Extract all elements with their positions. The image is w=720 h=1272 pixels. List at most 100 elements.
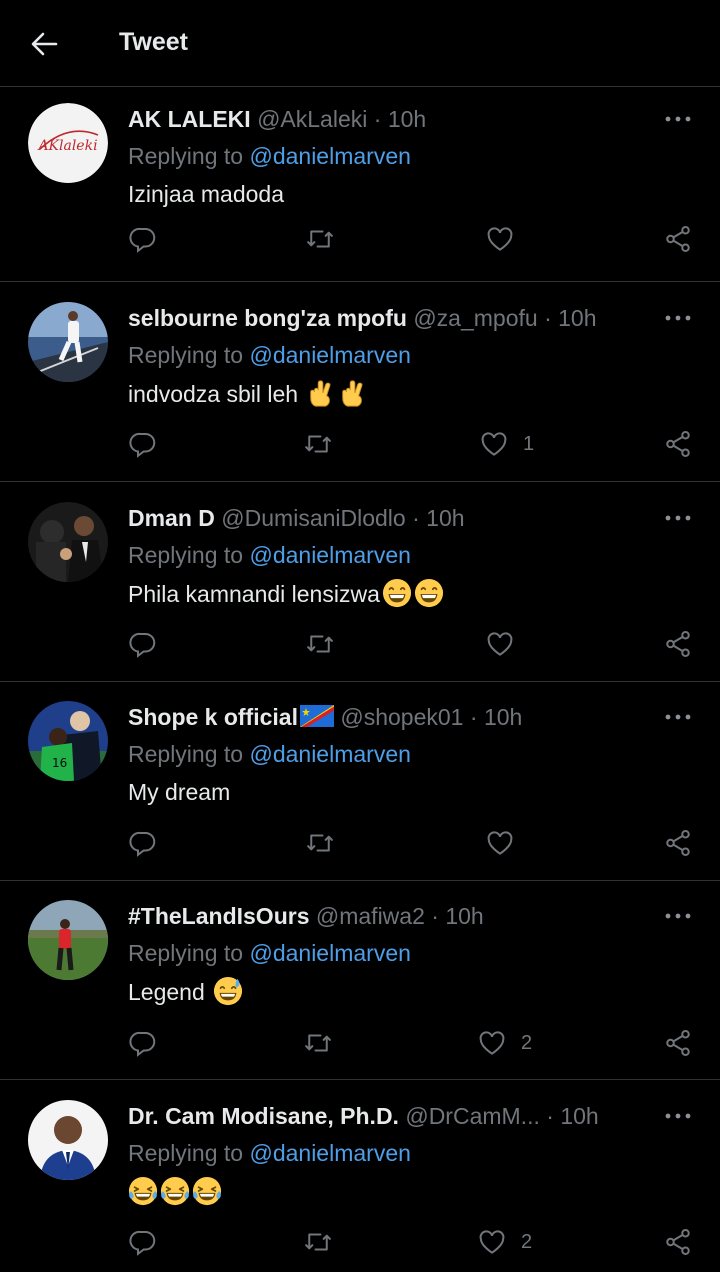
tweet-text: My dream <box>128 777 230 807</box>
tweet-reply[interactable]: Dman D @DumisaniDlodlo · 10h Replying to… <box>0 482 720 682</box>
mention-link[interactable]: @danielmarven <box>249 342 410 368</box>
replying-to: Replying to @danielmarven <box>128 142 411 170</box>
back-arrow-icon[interactable] <box>26 26 62 62</box>
timestamp[interactable]: 10h <box>560 1103 598 1129</box>
share-button[interactable] <box>663 215 693 263</box>
user-handle[interactable]: @za_mpofu <box>413 305 537 331</box>
more-icon[interactable] <box>662 705 694 729</box>
tweet-reply[interactable]: selbourne bong'za mpofu @za_mpofu · 10h … <box>0 282 720 482</box>
display-name[interactable]: selbourne bong'za mpofu <box>128 305 407 331</box>
reply-button[interactable] <box>128 620 158 668</box>
user-handle[interactable]: @shopek01 <box>340 704 463 730</box>
share-button[interactable] <box>663 620 693 668</box>
like-button[interactable] <box>485 819 529 867</box>
avatar[interactable] <box>28 502 108 582</box>
tweet-text-content: Izinjaa madoda <box>128 181 284 207</box>
like-icon <box>485 629 515 659</box>
retweet-button[interactable] <box>303 420 333 468</box>
page-title: Tweet <box>119 28 188 56</box>
tweet-actions <box>0 215 720 263</box>
reply-button[interactable] <box>128 819 158 867</box>
reply-icon <box>128 429 158 459</box>
tweet-text-content: My dream <box>128 779 231 805</box>
display-name[interactable]: Shope k official <box>128 704 298 730</box>
timestamp[interactable]: 10h <box>445 903 483 929</box>
like-icon <box>485 224 515 254</box>
grinning-emoji <box>382 578 412 608</box>
tweet-actions <box>0 819 720 867</box>
timestamp[interactable]: 10h <box>558 305 596 331</box>
replying-to: Replying to @danielmarven <box>128 939 411 967</box>
replying-to-label: Replying to <box>128 1140 244 1166</box>
share-button[interactable] <box>663 420 693 468</box>
more-icon[interactable] <box>662 107 694 131</box>
avatar[interactable] <box>28 900 108 980</box>
retweet-button[interactable] <box>303 1019 333 1067</box>
separator-dot: · <box>546 1103 554 1129</box>
tears-of-joy-emoji <box>192 1176 222 1206</box>
like-button[interactable] <box>485 215 529 263</box>
tweet-header: #TheLandIsOurs @mafiwa2 · 10h <box>128 902 484 930</box>
replying-to-label: Replying to <box>128 143 244 169</box>
like-button[interactable]: 2 <box>477 1019 532 1067</box>
mention-link[interactable]: @danielmarven <box>249 1140 410 1166</box>
tweet-reply[interactable]: AKlaleki AK LALEKI @AkLaleki · 10h Reply… <box>0 87 720 282</box>
like-icon <box>477 1028 507 1058</box>
mention-link[interactable]: @danielmarven <box>249 143 410 169</box>
retweet-button[interactable] <box>305 620 335 668</box>
share-button[interactable] <box>663 1218 693 1266</box>
user-handle[interactable]: @AkLaleki <box>257 106 367 132</box>
user-handle[interactable]: @DumisaniDlodlo <box>221 505 405 531</box>
avatar-logo-text: AKlaleki <box>36 138 97 154</box>
display-name[interactable]: Dr. Cam Modisane, Ph.D. <box>128 1103 399 1129</box>
share-button[interactable] <box>663 819 693 867</box>
mention-link[interactable]: @danielmarven <box>249 542 410 568</box>
reply-button[interactable] <box>128 215 158 263</box>
share-button[interactable] <box>663 1019 693 1067</box>
user-handle[interactable]: @DrCamM... <box>405 1103 540 1129</box>
display-name[interactable]: Dman D <box>128 505 215 531</box>
sweat-smile-emoji <box>213 976 243 1006</box>
svg-text:16: 16 <box>52 756 67 770</box>
separator-dot: · <box>544 305 552 331</box>
retweet-icon <box>305 629 335 659</box>
avatar[interactable] <box>28 1100 108 1180</box>
share-icon <box>663 429 693 459</box>
more-icon[interactable] <box>662 1104 694 1128</box>
user-handle[interactable]: @mafiwa2 <box>316 903 425 929</box>
like-count: 2 <box>521 1230 533 1253</box>
more-icon[interactable] <box>662 306 694 330</box>
retweet-button[interactable] <box>303 1218 333 1266</box>
like-button[interactable] <box>485 620 529 668</box>
avatar[interactable] <box>28 302 108 382</box>
tweet-reply[interactable]: Dr. Cam Modisane, Ph.D. @DrCamM... · 10h… <box>0 1080 720 1272</box>
retweet-icon <box>303 1028 333 1058</box>
replying-to-label: Replying to <box>128 940 244 966</box>
separator-dot: · <box>469 704 478 730</box>
retweet-button[interactable] <box>305 215 335 263</box>
reply-button[interactable] <box>128 1218 158 1266</box>
more-icon[interactable] <box>662 506 694 530</box>
display-name[interactable]: AK LALEKI <box>128 106 251 132</box>
reply-button[interactable] <box>128 1019 158 1067</box>
timestamp[interactable]: 10h <box>388 106 426 132</box>
avatar[interactable]: 16 <box>28 701 108 781</box>
timestamp[interactable]: 10h <box>484 704 522 730</box>
like-button[interactable]: 2 <box>477 1218 532 1266</box>
mention-link[interactable]: @danielmarven <box>249 940 410 966</box>
share-icon <box>663 629 693 659</box>
mention-link[interactable]: @danielmarven <box>249 741 410 767</box>
reply-button[interactable] <box>128 420 158 468</box>
more-icon[interactable] <box>662 904 694 928</box>
tweet-reply[interactable]: #TheLandIsOurs @mafiwa2 · 10h Replying t… <box>0 881 720 1080</box>
replying-to-label: Replying to <box>128 342 244 368</box>
tweet-reply[interactable]: 16 Shope k official @shopek01 · 10h Repl… <box>0 682 720 881</box>
display-name[interactable]: #TheLandIsOurs <box>128 903 309 929</box>
tweet-text <box>128 1176 222 1207</box>
like-button[interactable]: 1 <box>479 420 534 468</box>
timestamp[interactable]: 10h <box>426 505 464 531</box>
like-count: 2 <box>521 1031 533 1054</box>
crossed-fingers-emoji <box>306 378 336 408</box>
retweet-button[interactable] <box>305 819 335 867</box>
avatar[interactable]: AKlaleki <box>28 103 108 183</box>
